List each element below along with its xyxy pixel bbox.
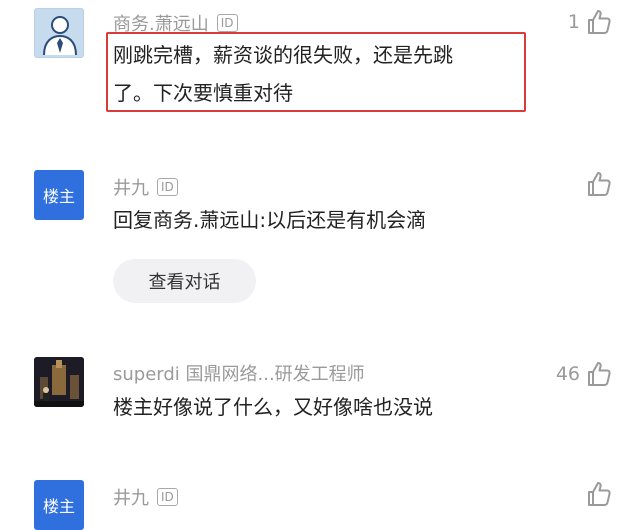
username[interactable]: 井九	[113, 174, 149, 200]
comment-meta: 井九 ID	[113, 174, 178, 200]
id-badge: ID	[157, 178, 178, 196]
thumbs-up-icon	[585, 170, 613, 198]
like-button[interactable]: 46	[556, 360, 613, 388]
id-badge: ID	[216, 14, 238, 32]
comment-meta: 井九 ID	[113, 484, 178, 510]
comment-text-line: 了。下次要慎重对待	[113, 81, 293, 105]
comment-meta: superdi 国鼎网络...研发工程师	[113, 360, 365, 386]
username[interactable]: 井九	[113, 484, 149, 510]
comment-text-line: 回复商务.萧远山:以后还是有机会滴	[113, 208, 427, 232]
thumbs-up-icon	[585, 8, 613, 36]
comment-text-line: 刚跳完槽，薪资谈的很失败，还是先跳	[113, 43, 453, 67]
avatar[interactable]: 楼主	[34, 170, 84, 220]
view-conversation-button[interactable]: 查看对话	[113, 259, 256, 303]
photo-avatar	[34, 357, 84, 407]
id-badge: ID	[157, 488, 178, 506]
owner-label: 楼主	[42, 497, 75, 516]
comment-text-line: 楼主好像说了什么，又好像啥也没说	[113, 395, 433, 419]
person-icon	[43, 16, 77, 56]
avatar[interactable]	[34, 8, 84, 58]
like-count: 1	[567, 11, 580, 33]
like-count: 46	[555, 363, 580, 385]
like-button[interactable]: 1	[568, 8, 613, 36]
comment-text: 刚跳完槽，薪资谈的很失败，还是先跳 了。下次要慎重对待	[113, 36, 453, 112]
comment-text: 回复商务.萧远山:以后还是有机会滴	[113, 201, 426, 239]
thumbs-up-icon	[585, 480, 613, 508]
like-button[interactable]	[580, 170, 613, 198]
owner-label: 楼主	[42, 187, 75, 206]
comment-text: 楼主好像说了什么，又好像啥也没说	[113, 388, 433, 426]
username[interactable]: superdi 国鼎网络...研发工程师	[113, 360, 365, 386]
like-button[interactable]	[580, 480, 613, 508]
avatar[interactable]: 楼主	[34, 480, 84, 530]
thumbs-up-icon	[585, 360, 613, 388]
avatar[interactable]	[34, 357, 84, 407]
